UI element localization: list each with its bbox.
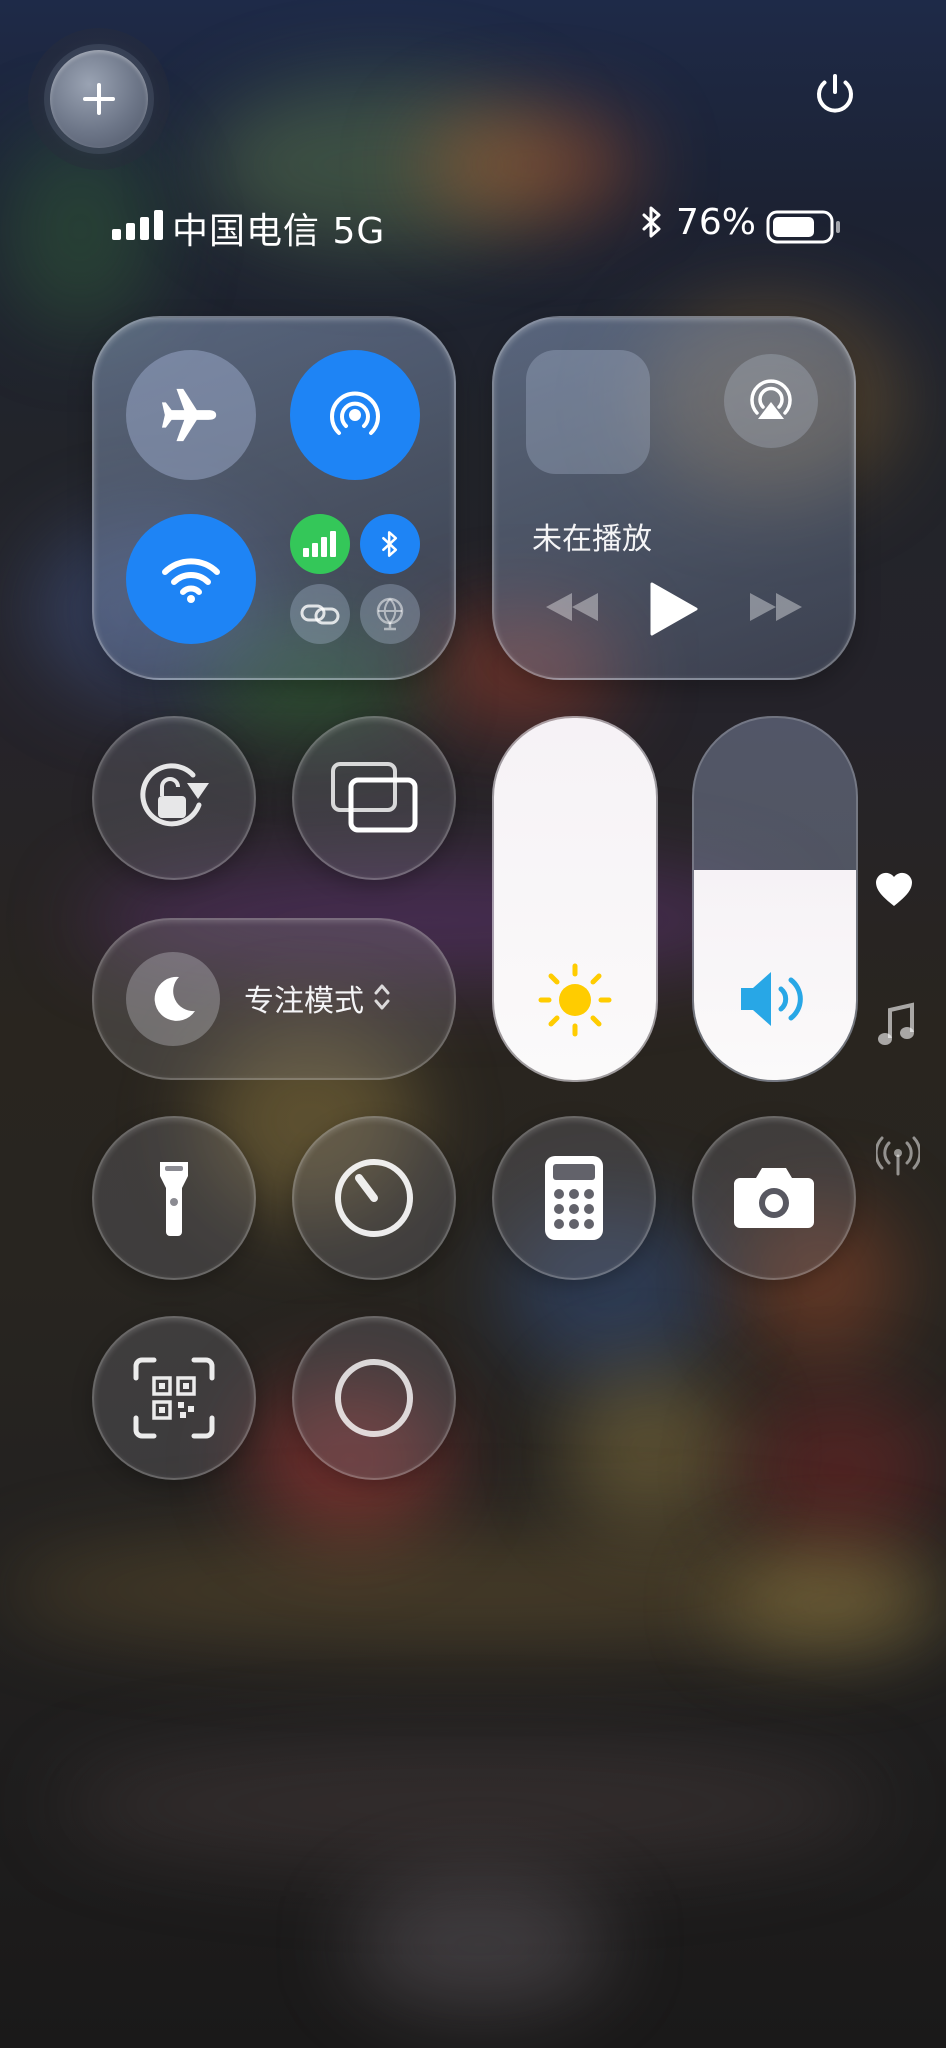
volume-slider[interactable]: [692, 716, 858, 1082]
chevron-up-down-icon: [374, 984, 390, 1010]
camera-button[interactable]: [692, 1116, 856, 1280]
moon-icon: [154, 976, 195, 1021]
wifi-icon: [162, 558, 220, 603]
focus-mode-button[interactable]: 专注模式: [92, 918, 456, 1080]
power-icon[interactable]: [812, 72, 858, 118]
airplane-icon: [161, 388, 217, 442]
cellular-bars-icon: [303, 531, 336, 557]
screen-mirroring-button[interactable]: [292, 716, 456, 880]
battery-percentage: 76%: [676, 202, 757, 243]
connectivity-panel: [92, 316, 456, 680]
calculator-button[interactable]: [492, 1116, 656, 1280]
speaker-icon: [741, 972, 803, 1026]
hotspot-icon: [330, 391, 380, 435]
wifi-toggle[interactable]: [126, 514, 256, 644]
volume-icon-wrap: [694, 968, 856, 1030]
qr-scanner-icon: [133, 1357, 215, 1439]
album-art-placeholder: [526, 350, 650, 474]
plus-icon: [83, 83, 115, 115]
qr-scanner-button[interactable]: [92, 1316, 256, 1480]
antenna-icon[interactable]: [876, 1136, 920, 1176]
rotation-lock-button[interactable]: [92, 716, 256, 880]
airplay-button[interactable]: [724, 354, 818, 448]
carrier-label: 中国电信 5G: [172, 211, 386, 252]
play-icon[interactable]: [648, 582, 698, 636]
add-controls-button[interactable]: [28, 28, 170, 170]
media-status-text: 未在播放: [532, 522, 652, 557]
brightness-slider[interactable]: [492, 716, 658, 1082]
moon-icon-wrap: [126, 952, 220, 1046]
signal-bars-icon: [112, 210, 163, 240]
timer-button[interactable]: [292, 1116, 456, 1280]
airplay-audio-icon: [750, 379, 792, 419]
cellular-data-toggle[interactable]: [290, 514, 350, 574]
link-toggle[interactable]: [290, 584, 350, 644]
screen-record-icon: [335, 1359, 413, 1437]
heart-icon[interactable]: [874, 870, 914, 908]
airplane-mode-toggle[interactable]: [126, 350, 256, 480]
vpn-toggle[interactable]: [360, 584, 420, 644]
calculator-icon: [545, 1156, 603, 1240]
personal-hotspot-toggle[interactable]: [290, 350, 420, 480]
rotation-lock-icon: [140, 763, 209, 827]
bluetooth-icon: [382, 531, 398, 557]
media-player-panel[interactable]: 未在播放: [492, 316, 856, 680]
bluetooth-status-icon: [642, 206, 661, 238]
focus-mode-label: 专注模式: [244, 984, 364, 1019]
backward-icon[interactable]: [544, 590, 600, 624]
forward-icon[interactable]: [748, 590, 804, 624]
timer-icon: [335, 1159, 413, 1237]
screen-record-button[interactable]: [292, 1316, 456, 1480]
brightness-icon-wrap: [494, 962, 656, 1038]
camera-icon: [734, 1168, 814, 1228]
link-icon: [300, 604, 340, 625]
flashlight-button[interactable]: [92, 1116, 256, 1280]
flashlight-icon: [160, 1162, 188, 1236]
screen-mirroring-icon: [331, 762, 418, 833]
bluetooth-toggle[interactable]: [360, 514, 420, 574]
globe-icon: [376, 597, 404, 631]
status-bar: 中国电信 5G 76%: [112, 198, 842, 252]
battery-icon: [766, 210, 840, 244]
sun-icon: [538, 963, 612, 1037]
music-note-icon[interactable]: [876, 1002, 916, 1048]
